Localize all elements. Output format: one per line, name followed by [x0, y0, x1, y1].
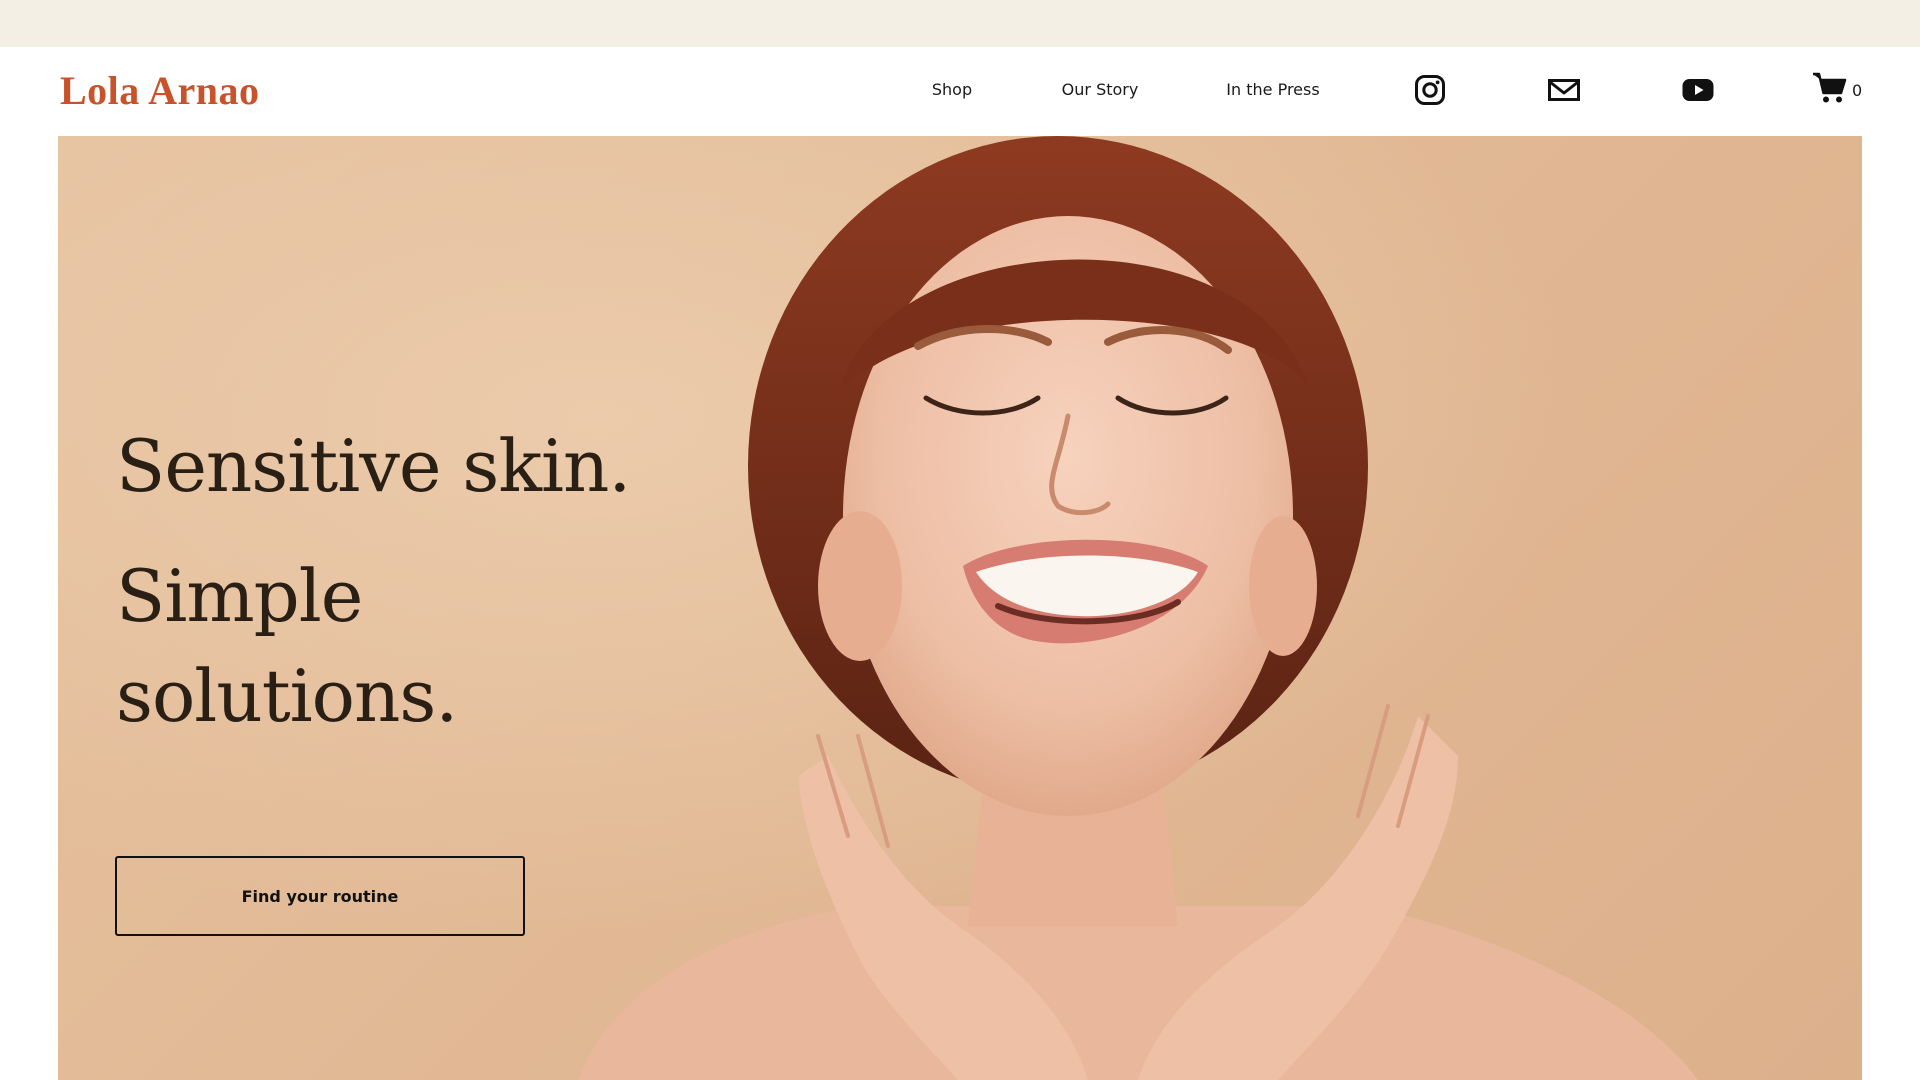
- nav-link-in-the-press[interactable]: In the Press: [1226, 80, 1319, 100]
- hero-headline-line3: solutions.: [116, 654, 458, 738]
- hero-section: Sensitive skin. Simple solutions. Find y…: [58, 136, 1862, 1080]
- nav-link-shop[interactable]: Shop: [932, 80, 972, 100]
- announcement-bar: [0, 0, 1920, 47]
- instagram-icon[interactable]: [1414, 74, 1446, 106]
- cart-button[interactable]: 0: [1812, 71, 1863, 110]
- site-header: Lola Arnao Shop Our Story In the Press 0: [0, 47, 1920, 136]
- find-routine-button[interactable]: Find your routine: [115, 856, 525, 936]
- cart-count: 0: [1852, 80, 1863, 100]
- mail-icon[interactable]: [1548, 74, 1580, 106]
- youtube-icon[interactable]: [1682, 74, 1714, 106]
- brand-logo[interactable]: Lola Arnao: [60, 67, 259, 115]
- cart-icon: [1812, 71, 1848, 110]
- hero-headline-line2: Simple: [116, 554, 363, 638]
- hero-headline-line1: Sensitive skin.: [116, 424, 631, 508]
- nav-link-our-story[interactable]: Our Story: [1062, 80, 1139, 100]
